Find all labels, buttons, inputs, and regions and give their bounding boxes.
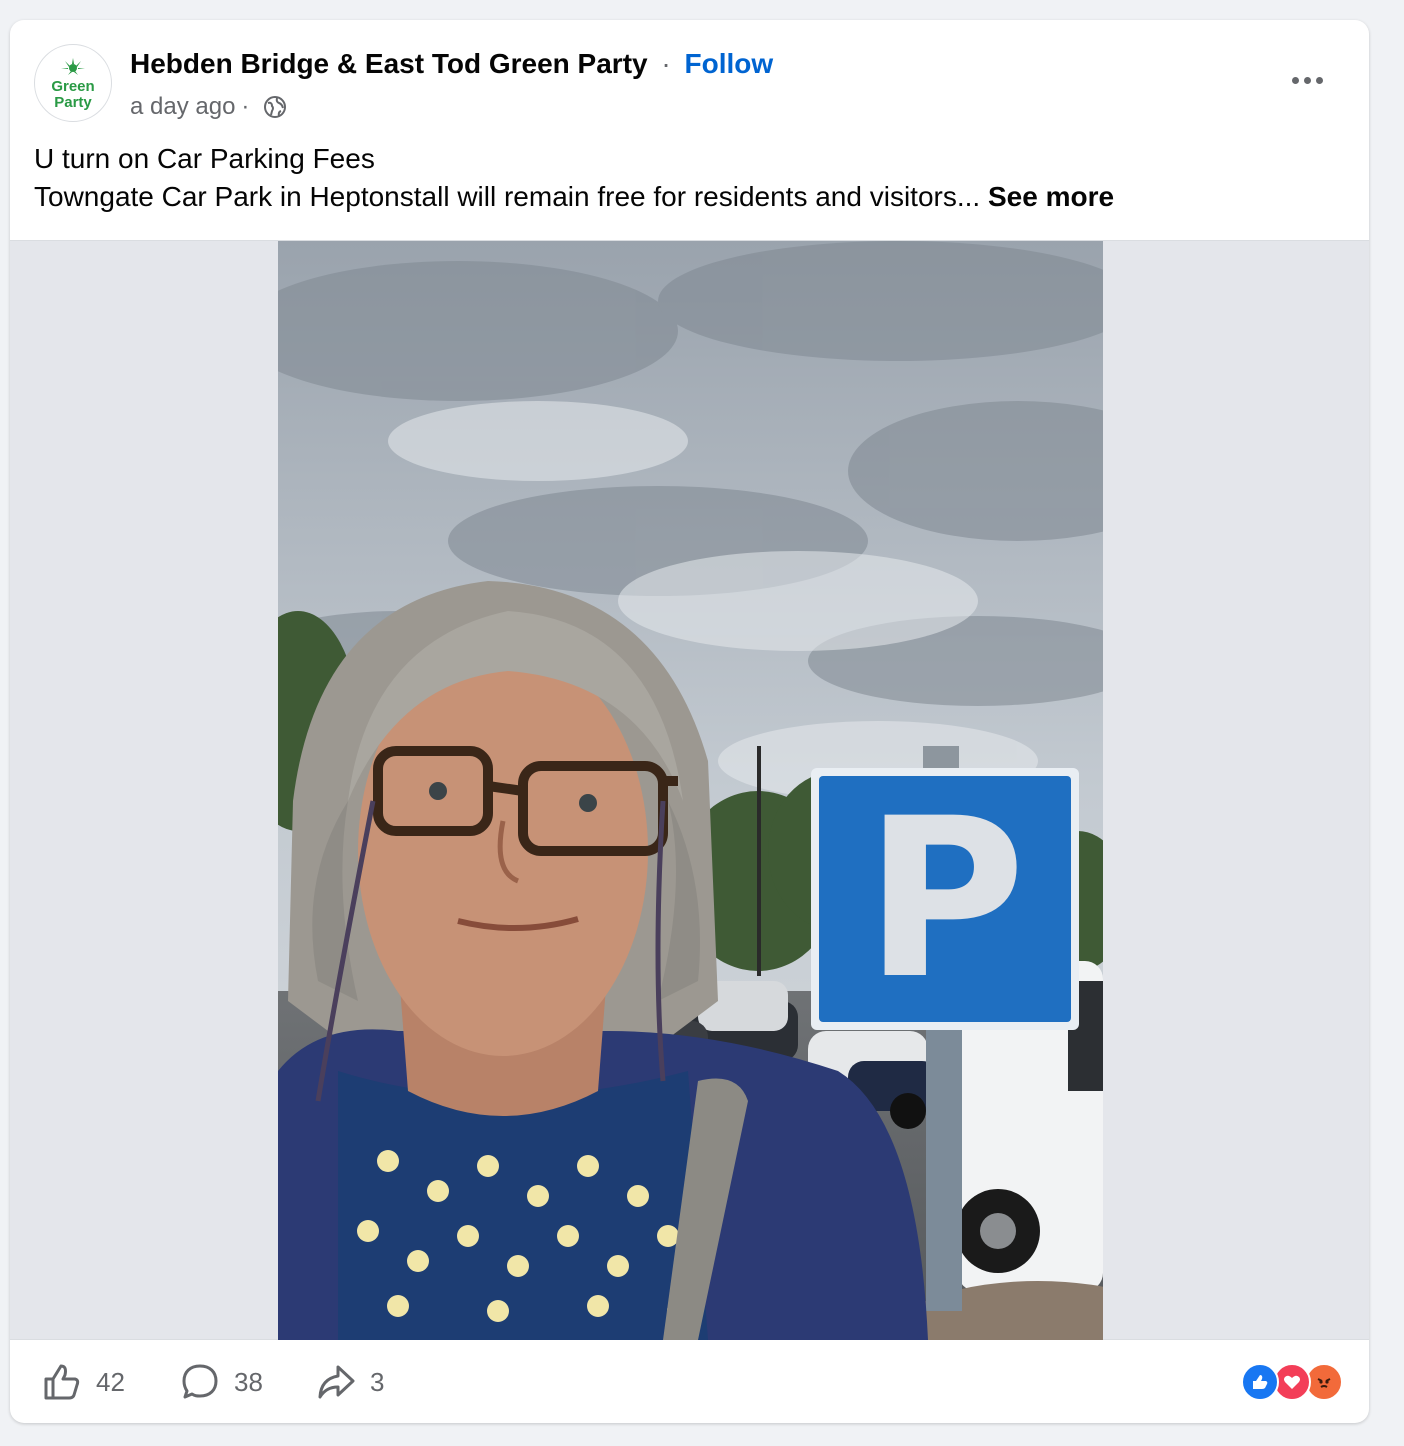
more-dot-icon	[1303, 76, 1311, 84]
share-arrow-icon	[316, 1362, 356, 1402]
meta-separator-dot: ·	[241, 93, 250, 120]
post-meta: a day ago ·	[130, 92, 287, 122]
post-text-line-1: U turn on Car Parking Fees	[34, 143, 375, 174]
post-text-line-2: Towngate Car Park in Heptonstall will re…	[34, 178, 1334, 216]
post-footer: 42 38 3	[10, 1340, 1369, 1423]
avatar-text-green: Green	[51, 77, 95, 95]
avatar-text-party: Party	[54, 93, 92, 111]
comment-count: 38	[234, 1366, 263, 1397]
thumbs-up-icon	[42, 1362, 82, 1402]
post-text-line-2-content: Towngate Car Park in Heptonstall will re…	[34, 181, 981, 212]
separator-dot: ·	[661, 48, 671, 79]
page-name-link[interactable]: Hebden Bridge & East Tod Green Party	[130, 48, 648, 79]
post-card: Green Party Hebden Bridge & East Tod Gre…	[10, 20, 1369, 1423]
timestamp-link[interactable]: a day ago	[130, 92, 235, 122]
page-avatar[interactable]: Green Party	[34, 44, 112, 122]
post-photo[interactable]: P	[278, 241, 1103, 1340]
post-header: Hebden Bridge & East Tod Green Party · F…	[130, 46, 773, 82]
comment-button[interactable]: 38	[180, 1364, 263, 1400]
post-text: U turn on Car Parking Fees Towngate Car …	[34, 140, 1334, 216]
reaction-summary[interactable]	[1241, 1363, 1343, 1401]
more-dot-icon	[1315, 76, 1323, 84]
more-dot-icon	[1291, 76, 1299, 84]
comment-bubble-icon	[180, 1362, 220, 1402]
like-count: 42	[96, 1366, 125, 1397]
share-button[interactable]: 3	[316, 1364, 384, 1400]
parking-sign-letter: P	[864, 771, 1026, 1027]
post-media: P	[10, 240, 1369, 1340]
globe-icon[interactable]	[263, 95, 287, 119]
see-more-button[interactable]: See more	[988, 181, 1114, 212]
like-reaction-icon	[1241, 1363, 1279, 1401]
more-options-button[interactable]	[1285, 66, 1329, 94]
like-button[interactable]: 42	[42, 1364, 125, 1400]
share-count: 3	[370, 1366, 385, 1397]
follow-button[interactable]: Follow	[684, 48, 773, 79]
green-party-logo-icon	[61, 57, 85, 75]
